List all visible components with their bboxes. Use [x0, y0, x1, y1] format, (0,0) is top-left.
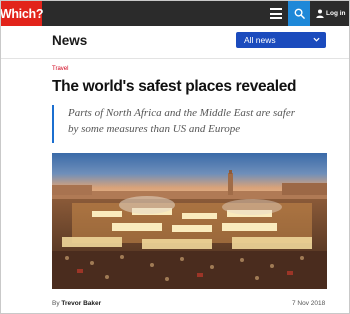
article-headline: The world's safest places revealed	[52, 78, 297, 95]
byline-prefix: By	[52, 300, 60, 307]
standfirst-line-1: Parts of North Africa and the Middle Eas…	[68, 107, 296, 119]
chevron-down-icon	[313, 37, 320, 42]
news-filter-value: All news	[244, 35, 276, 45]
which-logo[interactable]: Which?	[0, 1, 44, 26]
news-filter-dropdown[interactable]: All news	[236, 32, 326, 48]
page-frame: Which? Log in News All news Travel The w…	[0, 0, 350, 314]
top-navigation-bar: Which? Log in	[1, 1, 349, 26]
search-icon	[294, 8, 305, 19]
publish-date: 7 Nov 2018	[292, 300, 326, 307]
hero-image-marketplace-at-dusk	[52, 153, 327, 289]
author-link[interactable]: Trevor Baker	[61, 300, 101, 307]
login-button[interactable]: Log in	[312, 1, 349, 26]
standfirst-line-2: by some measures than US and Europe	[68, 123, 241, 135]
search-button[interactable]	[288, 1, 310, 26]
article-byline: By Trevor Baker	[52, 300, 101, 307]
section-title: News	[52, 33, 88, 48]
section-header: News All news	[1, 26, 349, 59]
article-standfirst: Parts of North Africa and the Middle Eas…	[52, 105, 342, 143]
login-label: Log in	[326, 10, 346, 17]
article-category-link[interactable]: Travel	[52, 66, 68, 72]
menu-button[interactable]	[264, 1, 288, 26]
user-icon	[316, 9, 324, 18]
menu-icon	[270, 8, 282, 19]
logo-text: Which?	[0, 6, 44, 21]
